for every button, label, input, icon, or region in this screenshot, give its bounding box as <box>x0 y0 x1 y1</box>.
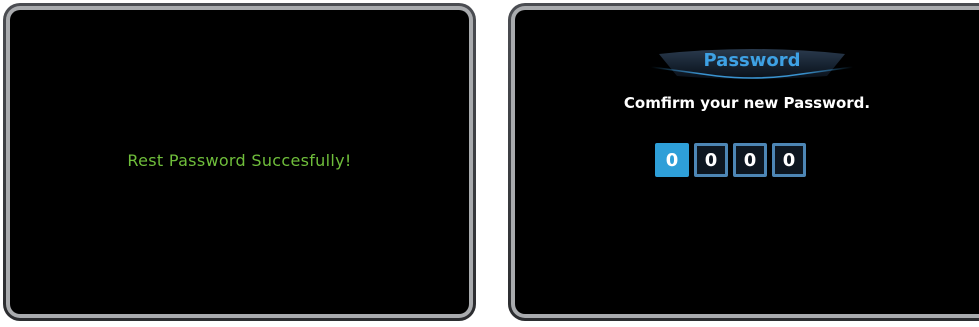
device-frame-right: Password Comfirm your new Password. 0 0 … <box>508 3 979 321</box>
pin-digit-4[interactable]: 0 <box>772 143 806 177</box>
confirm-prompt: Comfirm your new Password. <box>623 94 871 112</box>
pin-digit-3[interactable]: 0 <box>733 143 767 177</box>
screen-reset-success: Rest Password Succesfully! <box>10 10 469 314</box>
bezel-right: Password Comfirm your new Password. 0 0 … <box>511 6 979 318</box>
pin-digit-2[interactable]: 0 <box>694 143 728 177</box>
success-message: Rest Password Succesfully! <box>127 151 352 170</box>
screen-confirm-password: Password Comfirm your new Password. 0 0 … <box>515 10 979 314</box>
pin-digit-1[interactable]: 0 <box>655 143 689 177</box>
screens-composite: Rest Password Succesfully! Password Comf… <box>0 0 979 327</box>
title-banner: Password <box>647 48 857 79</box>
pin-digits: 0 0 0 0 <box>655 143 806 177</box>
device-frame-left: Rest Password Succesfully! <box>3 3 476 321</box>
password-title: Password <box>703 50 801 71</box>
bezel-left: Rest Password Succesfully! <box>6 6 473 318</box>
